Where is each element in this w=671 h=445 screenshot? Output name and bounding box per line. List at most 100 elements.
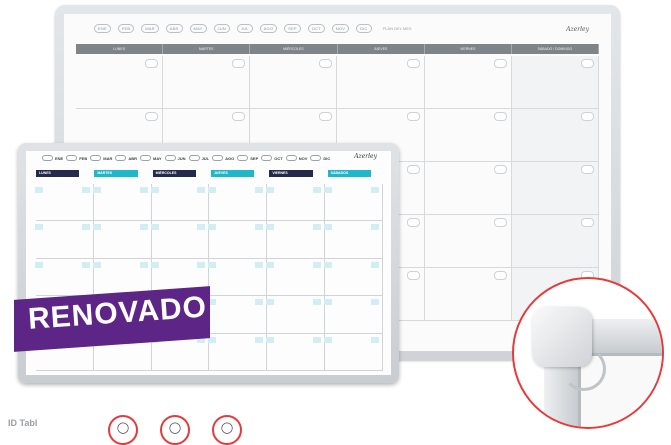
- back-day-label: MIÉRCOLES: [250, 44, 338, 54]
- front-month-row: ENE FEB MAR ABR MAY JUN JUL AGO SEP OCT NOV DIC: [42, 155, 330, 161]
- front-month-label: ENE: [42, 155, 63, 161]
- month-checkbox-icon: [237, 155, 249, 161]
- back-month-label: SEP: [284, 24, 301, 33]
- front-day-label: MIÉRCOLES: [152, 170, 196, 177]
- front-calendar-cell: [324, 184, 383, 222]
- back-calendar-cell: [424, 215, 512, 268]
- front-day-label: SÁBADOS: [327, 170, 371, 177]
- back-month-label: ENE: [94, 24, 111, 33]
- front-calendar-cell: [208, 333, 268, 371]
- front-day-label: JUEVES: [210, 170, 255, 177]
- front-calendar-cell: [92, 184, 152, 222]
- front-day-label: LUNES: [36, 170, 80, 177]
- front-month-text: NOV: [298, 155, 308, 161]
- corner-detail-zoom: [512, 277, 664, 429]
- back-brand-logo: Azerley: [566, 26, 589, 33]
- front-calendar-cell: [266, 258, 326, 297]
- front-calendar-cell: [208, 221, 268, 259]
- back-month-label: JUN: [213, 24, 230, 33]
- front-month-label: ABR: [115, 155, 137, 161]
- front-calendar-cell: [324, 221, 383, 259]
- front-calendar-cell: [266, 184, 326, 222]
- bottom-caption: ID Tabl: [8, 418, 38, 428]
- front-month-label: AGO: [212, 155, 234, 161]
- feature-icon-2: ◯: [160, 415, 190, 445]
- front-month-text: MAR: [103, 155, 113, 161]
- back-month-label: JUL: [236, 24, 253, 33]
- month-checkbox-icon: [140, 155, 152, 161]
- back-calendar-cell: [76, 56, 164, 109]
- front-month-label: OCT: [261, 155, 283, 161]
- back-month-label: MAY: [189, 24, 207, 33]
- month-checkbox-icon: [90, 155, 102, 161]
- front-calendar-cell: [324, 258, 383, 297]
- back-calendar-cell: [250, 56, 338, 109]
- front-month-text: ABR: [128, 155, 138, 161]
- back-calendar-cell: [511, 109, 599, 162]
- front-month-text: AGO: [225, 155, 235, 161]
- front-day-label: MARTES: [94, 170, 138, 177]
- back-calendar-cell: [424, 162, 512, 215]
- back-calendar-cell: [424, 268, 512, 321]
- front-calendar-cell: [324, 333, 383, 371]
- feature-icon-1: ◯: [108, 415, 138, 445]
- front-calendar-cell: [35, 184, 94, 222]
- back-day-label: VIERNES: [425, 44, 512, 54]
- back-month-label: NOV: [331, 24, 350, 33]
- back-calendar-cell: [511, 215, 599, 268]
- back-month-label: FEB: [117, 24, 135, 33]
- front-month-text: SEP: [250, 155, 259, 161]
- front-month-label: NOV: [285, 155, 308, 161]
- back-calendar-cell: [511, 56, 599, 109]
- front-month-label: FEB: [66, 155, 87, 161]
- month-checkbox-icon: [261, 155, 273, 161]
- back-calendar-cell: [337, 56, 425, 109]
- front-month-label: DIC: [310, 155, 330, 161]
- front-month-label: MAR: [90, 155, 112, 161]
- back-day-label: JUEVES: [338, 44, 425, 54]
- back-calendar-cell: [424, 109, 512, 162]
- front-month-text: JUL: [201, 155, 210, 161]
- month-checkbox-icon: [42, 155, 53, 161]
- back-month-row: ENE FEB MAR ABR MAY JUN JUL AGO SEP OCT …: [94, 24, 412, 33]
- back-day-label: MARTES: [163, 44, 251, 54]
- month-checkbox-icon: [310, 155, 322, 161]
- front-calendar-cell: [208, 258, 268, 297]
- back-calendar-cell: [511, 162, 599, 215]
- front-day-label: VIERNES: [269, 170, 313, 177]
- corner-cap-icon: [532, 307, 606, 391]
- front-month-text: FEB: [79, 155, 88, 161]
- corner-cap-arc: [562, 347, 606, 391]
- back-day-header: LUNES MARTES MIÉRCOLES JUEVES VIERNES SÁ…: [76, 44, 600, 54]
- front-calendar-cell: [208, 184, 268, 222]
- back-day-label: SÁBADO / DOMINGO: [512, 44, 600, 54]
- front-calendar-cell: [266, 333, 326, 371]
- back-calendar-cell: [424, 56, 512, 109]
- front-calendar-cell: [150, 184, 210, 222]
- front-month-text: DIC: [323, 155, 331, 161]
- front-calendar-cell: [266, 221, 326, 259]
- month-checkbox-icon: [66, 155, 78, 161]
- back-day-label: LUNES: [76, 44, 164, 54]
- front-month-label: JUL: [188, 155, 210, 161]
- front-calendar-cell: [92, 221, 152, 259]
- front-month-label: SEP: [237, 155, 258, 161]
- front-day-header: LUNES MARTES MIÉRCOLES JUEVES VIERNES SÁBADOS: [33, 170, 383, 177]
- back-month-label: OCT: [307, 24, 325, 33]
- front-calendar-cell: [266, 296, 326, 334]
- back-month-label: ABR: [165, 24, 183, 33]
- back-calendar-cell: [163, 56, 251, 109]
- front-calendar-cell: [208, 296, 268, 334]
- front-month-label: MAY: [140, 155, 162, 161]
- month-checkbox-icon: [212, 155, 224, 161]
- month-checkbox-icon: [115, 155, 127, 161]
- front-month-text: MAY: [153, 155, 162, 161]
- back-plan-label: PLAN DEL MES: [382, 26, 412, 31]
- feature-icon-3: ◯: [212, 415, 242, 445]
- front-month-label: JUN: [164, 155, 186, 161]
- front-calendar-cell: [150, 221, 210, 259]
- front-month-text: ENE: [55, 155, 64, 161]
- back-month-label: DIC: [356, 24, 372, 33]
- back-month-label: AGO: [259, 24, 278, 33]
- front-month-text: OCT: [274, 155, 283, 161]
